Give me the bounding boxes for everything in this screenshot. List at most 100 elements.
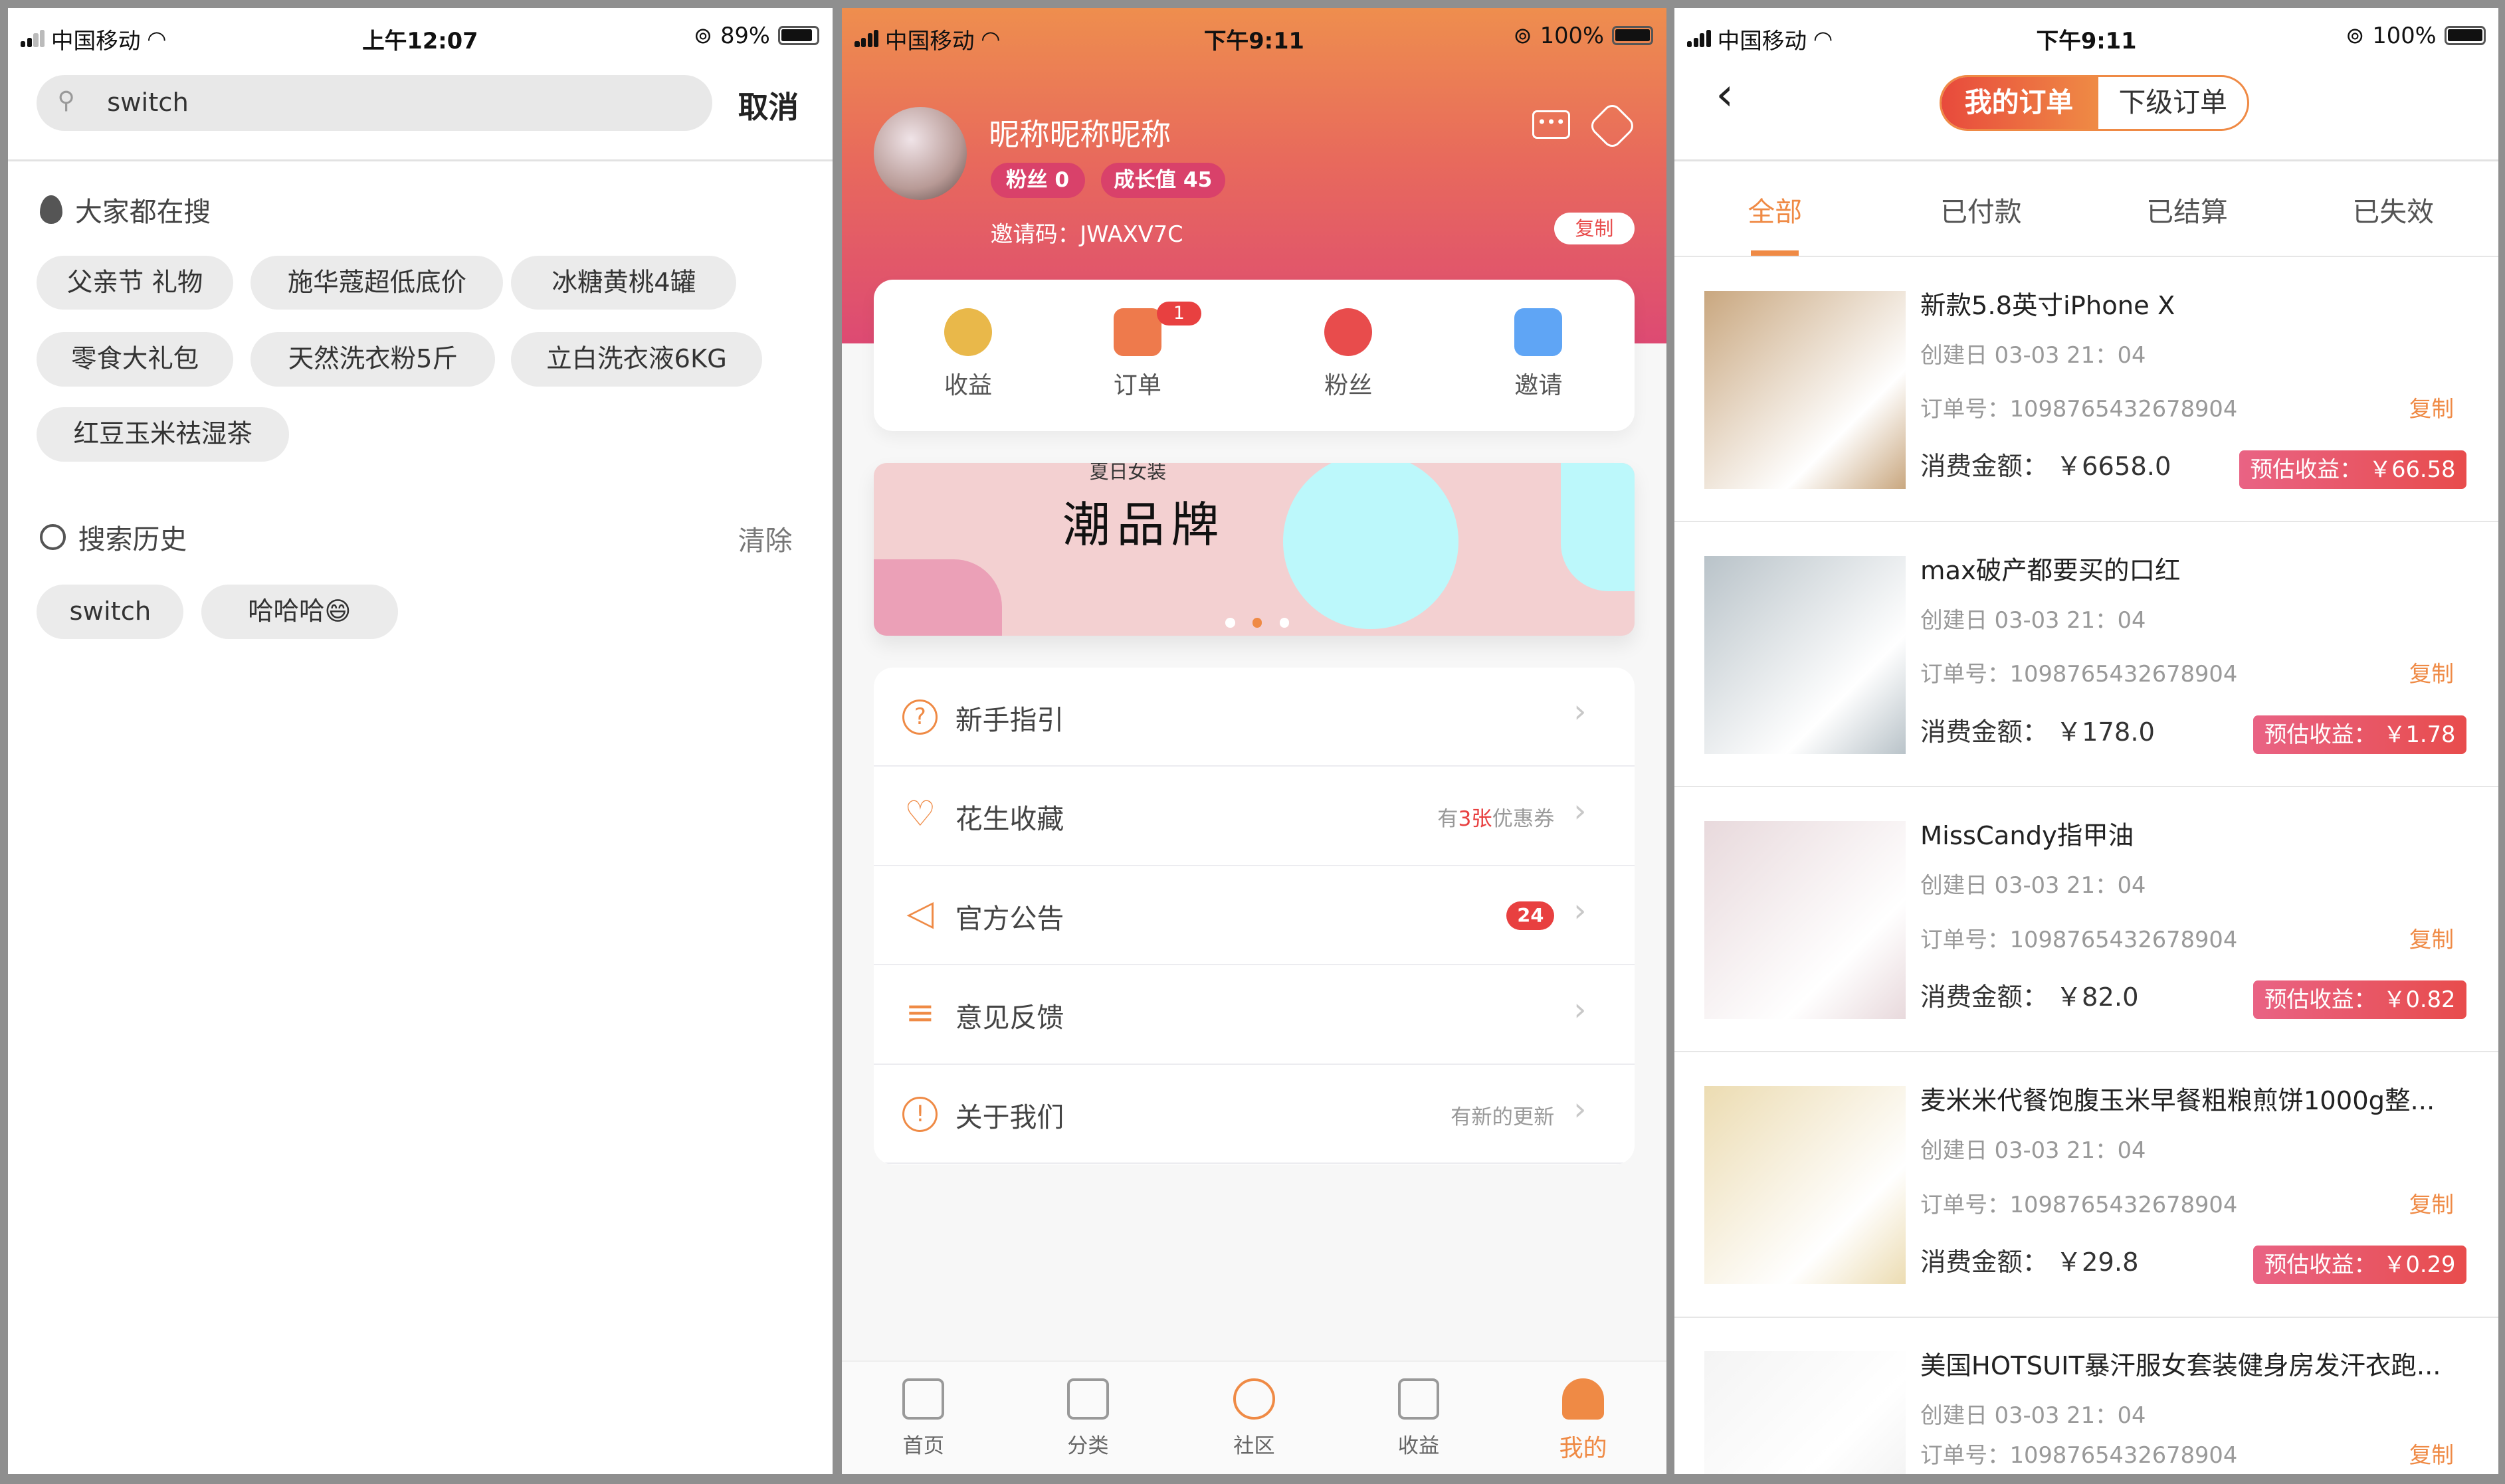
hot-search-tag[interactable]: 父亲节 礼物 [37, 255, 233, 310]
hot-title: 大家都在搜 [40, 190, 211, 229]
tab-underline [1751, 250, 1799, 256]
menu-item-label: 意见反馈 [955, 1002, 1064, 1034]
quick-action-3[interactable]: 邀请 [1474, 308, 1602, 401]
tab-chart[interactable]: 收益 [1355, 1378, 1482, 1459]
feedback-icon: ≡ [905, 992, 936, 1033]
hot-search-tag[interactable]: 天然洗衣粉5斤 [250, 332, 496, 387]
promo-banner[interactable]: 夏日女装 潮品牌 [874, 463, 1635, 636]
copy-order-button[interactable]: 复制 [2409, 927, 2454, 953]
created-date: 创建日 03-03 21：04 [1920, 1137, 2146, 1163]
quick-action-label: 收益 [944, 371, 993, 399]
quick-action-2[interactable]: 粉丝 [1284, 308, 1412, 401]
menu-item-3[interactable]: ≡ 意见反馈 › [874, 966, 1635, 1065]
info-icon: ! [902, 1097, 938, 1133]
segment-sub-orders[interactable]: 下级订单 [2096, 76, 2247, 130]
order-number: 订单号：1098765432678904 [1920, 396, 2238, 422]
product-image [1704, 555, 1906, 754]
quick-action-1[interactable]: 1 订单 [1074, 302, 1202, 401]
coupon-hint: 有3张优惠券 [1437, 802, 1554, 832]
estimated-earnings-badge: 预估收益： ￥66.58 [2239, 450, 2467, 489]
back-arrow-icon[interactable]: ‹ [1716, 68, 1734, 120]
order-tab-3[interactable]: 已失效 [2330, 190, 2457, 229]
heart-icon: ♡ [904, 793, 936, 834]
product-title: 麦米米代餐饱腹玉米早餐粗粮煎饼1000g整... [1920, 1085, 2435, 1116]
menu-item-4[interactable]: ! 关于我们 有新的更新 › [874, 1065, 1635, 1164]
menu-item-1[interactable]: ♡ 花生收藏 有3张优惠券 › [874, 767, 1635, 866]
pagination-dot[interactable] [1279, 618, 1290, 628]
created-date: 创建日 03-03 21：04 [1920, 872, 2146, 898]
copy-invite-button[interactable]: 复制 [1554, 212, 1635, 244]
spend-amount: 消费金额： ￥6658.0 [1920, 452, 2171, 482]
tab-profile[interactable]: 我的 [1520, 1378, 1647, 1464]
order-number: 订单号：1098765432678904 [1920, 661, 2238, 688]
menu-item-0[interactable]: ? 新手指引 › [874, 668, 1635, 767]
status-bar: 中国移动 ◠ 上午12:07 ⊚ 89% [8, 8, 833, 62]
product-image [1704, 820, 1906, 1019]
hot-search-tag[interactable]: 零食大礼包 [37, 332, 233, 387]
menu-item-2[interactable]: ◁ 官方公告 24 › [874, 866, 1635, 966]
clear-history-button[interactable]: 清除 [738, 519, 793, 558]
history-title: 搜索历史 [40, 517, 187, 557]
search-input[interactable]: ⚲ switch [37, 74, 713, 132]
order-item[interactable]: max破产都要买的口红 创建日 03-03 21：04 订单号：1098765432… [1674, 522, 2499, 788]
copy-order-button[interactable]: 复制 [2409, 396, 2454, 422]
tab-category[interactable]: 分类 [1024, 1378, 1152, 1459]
hot-search-tag[interactable]: 红豆玉米祛湿茶 [37, 407, 290, 462]
hot-search-tag[interactable]: 施华蔻超低底价 [250, 255, 504, 310]
quick-action-0[interactable]: 收益 [904, 308, 1032, 401]
history-tag[interactable]: 哈哈哈😄 [201, 584, 398, 639]
copy-order-button[interactable]: 复制 [2409, 1442, 2454, 1469]
profile-screen: 中国移动 ◠ 下午9:11 ⊚ 100% 昵称昵称昵称 粉丝 0 成长值 45 邀请… [842, 8, 1666, 1475]
segment-my-orders[interactable]: 我的订单 [1941, 76, 2097, 130]
tab-label: 社区 [1233, 1434, 1275, 1459]
banner-title: 潮品牌 [1062, 497, 1226, 553]
order-tab-2[interactable]: 已结算 [2123, 190, 2251, 229]
battery-percent: 100% [1540, 22, 1604, 48]
history-icon [40, 524, 66, 550]
rotation-lock-icon: ⊚ [2346, 22, 2365, 48]
banner-pagination[interactable] [1225, 618, 1290, 628]
hot-search-tag[interactable]: 冰糖黄桃4罐 [511, 255, 737, 310]
pagination-dot[interactable] [1252, 618, 1262, 628]
copy-order-button[interactable]: 复制 [2409, 661, 2454, 688]
order-item[interactable]: 新款5.8英寸iPhone X 创建日 03-03 21：04 订单号：109876… [1674, 257, 2499, 523]
tab-label: 首页 [902, 1434, 944, 1459]
quick-actions-card: 收益 1 订单 粉丝 邀请 [874, 279, 1635, 432]
envelope-heart-icon [1514, 308, 1563, 357]
hot-search-tag[interactable]: 立白洗衣液6KG [511, 332, 762, 387]
history-title-text: 搜索历史 [78, 523, 187, 555]
pagination-dot[interactable] [1225, 618, 1235, 628]
tab-home[interactable]: 首页 [860, 1378, 987, 1459]
status-bar: 中国移动 ◠ 下午9:11 ⊚ 100% [1674, 8, 2499, 62]
yuan-coin-icon [944, 308, 993, 357]
tab-community[interactable]: 社区 [1190, 1378, 1318, 1459]
avatar[interactable] [874, 107, 967, 200]
cancel-button[interactable]: 取消 [738, 83, 799, 127]
estimated-earnings-badge: 预估收益： ￥0.82 [2253, 980, 2467, 1019]
menu-item-hint: 有新的更新 [1451, 1105, 1555, 1130]
product-image [1704, 1085, 1906, 1285]
history-tag[interactable]: switch [37, 584, 184, 639]
spend-amount: 消费金额： ￥29.8 [1920, 1247, 2139, 1277]
estimated-earnings-badge: 预估收益： ￥1.78 [2253, 715, 2467, 754]
banner-decoration [1561, 463, 1635, 591]
order-item[interactable]: 麦米米代餐饱腹玉米早餐粗粮煎饼1000g整... 创建日 03-03 21：04 订… [1674, 1052, 2499, 1318]
status-bar: 中国移动 ◠ 下午9:11 ⊚ 100% [842, 8, 1666, 62]
community-icon [1233, 1378, 1275, 1420]
message-icon[interactable]: ••• [1532, 110, 1571, 139]
order-item[interactable]: MissCandy指甲油 创建日 03-03 21：04 订单号：109876543… [1674, 787, 2499, 1053]
order-tab-1[interactable]: 已付款 [1917, 190, 2045, 229]
order-item[interactable]: 美国HOTSUIT暴汗服女套装健身房发汗衣跑... 创建日 03-03 21：04… [1674, 1318, 2499, 1475]
chevron-right-icon: › [1573, 693, 1587, 731]
created-date: 创建日 03-03 21：04 [1920, 1402, 2146, 1428]
order-number: 订单号：1098765432678904 [1920, 1191, 2238, 1218]
profile-icon [1562, 1378, 1604, 1420]
order-tab-0[interactable]: 全部 [1711, 190, 1839, 229]
user-heart-icon [1324, 308, 1373, 357]
copy-order-button[interactable]: 复制 [2409, 1192, 2454, 1218]
spend-amount: 消费金额： ￥82.0 [1920, 982, 2139, 1012]
battery-icon [2444, 25, 2486, 45]
growth-badge: 成长值 45 [1100, 163, 1226, 199]
estimated-earnings-badge: 预估收益： ￥0.29 [2253, 1246, 2467, 1285]
question-icon: ? [902, 699, 938, 735]
